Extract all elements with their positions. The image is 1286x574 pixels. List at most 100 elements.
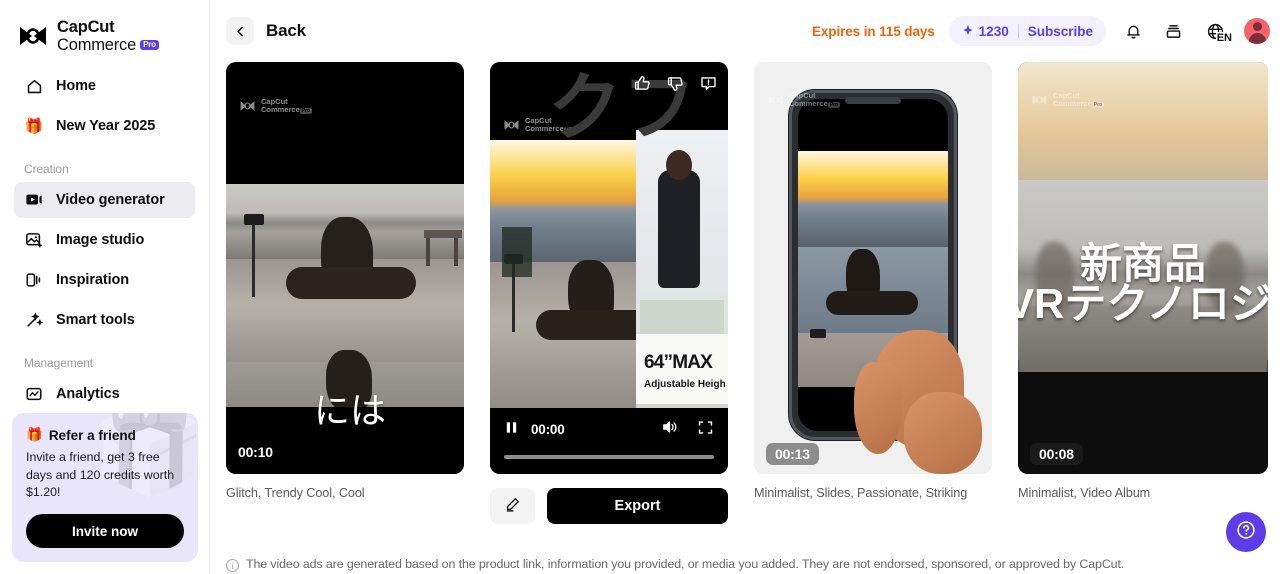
back-button[interactable]: Back (226, 17, 306, 45)
analytics-icon (24, 384, 44, 404)
player-time: 00:00 (531, 422, 565, 437)
home-icon (24, 76, 44, 96)
sidebar-item-label: Inspiration (56, 272, 130, 288)
video-card[interactable]: CapCut Commerce Pro には 00:10 Glitch, Tren… (226, 62, 464, 500)
inspiration-icon (24, 270, 44, 290)
expiry-status: Expires in 115 days (811, 23, 935, 39)
sidebar-section-management: Management (24, 356, 94, 370)
top-bar-right: Expires in 115 days 1230 Subscribe EN (812, 16, 1270, 46)
sidebar-item-label: Home (56, 78, 96, 94)
smart-tools-icon (24, 310, 44, 330)
sidebar-item-new-year-2025[interactable]: 🎁 New Year 2025 (14, 108, 195, 144)
video-generator-icon (24, 190, 44, 210)
credit-count-group: 1230 (962, 24, 1009, 39)
gift-icon: 🎁 (26, 427, 43, 443)
video-player[interactable]: クフ 64”MAX Adjustable Heigh CapCut Commer… (490, 62, 728, 474)
watermark-pro-badge: Pro (827, 102, 841, 109)
export-button[interactable]: Export (547, 488, 728, 524)
video-thumbnail[interactable]: CapCut Commerce Pro には 00:10 (226, 62, 464, 474)
product-badge-subtext: Adjustable Heigh (644, 379, 726, 390)
report-icon[interactable] (699, 74, 718, 98)
edit-button[interactable] (490, 488, 535, 524)
sidebar-item-smart-tools[interactable]: Smart tools (14, 302, 195, 338)
volume-icon[interactable] (660, 418, 679, 441)
main-content: Back Expires in 115 days 1230 Subscribe (210, 0, 1286, 574)
watermark-line-2: Commerce (789, 99, 828, 109)
capcut-watermark: CapCut Commerce Pro (768, 91, 841, 109)
pro-badge: Pro (140, 39, 159, 51)
capcut-watermark: CapCut Commerce Pro (1032, 91, 1105, 109)
thumbs-up-icon[interactable] (633, 74, 652, 98)
sidebar-nav: Home 🎁 New Year 2025 Creation Video gene… (14, 68, 195, 412)
avatar[interactable] (1244, 18, 1270, 44)
progress-bar[interactable] (504, 455, 714, 459)
top-bar: Back Expires in 115 days 1230 Subscribe (210, 0, 1286, 62)
invite-now-button[interactable]: Invite now (26, 514, 184, 548)
info-icon: i (226, 559, 239, 572)
capcut-watermark-icon (504, 120, 519, 131)
sidebar-item-label: Analytics (56, 386, 120, 402)
credits-pill[interactable]: 1230 Subscribe (948, 16, 1106, 46)
help-button[interactable] (1226, 512, 1266, 552)
sidebar-item-label: Video generator (56, 192, 165, 208)
language-code: EN (1215, 32, 1232, 44)
capcut-logo-icon (18, 24, 48, 50)
sidebar: CapCut Commerce Pro Home 🎁 New Year 2025 (0, 0, 210, 574)
app-root: CapCut Commerce Pro Home 🎁 New Year 2025 (0, 0, 1286, 574)
video-duration: 00:10 (238, 444, 273, 460)
thumbs-down-icon[interactable] (666, 74, 685, 98)
video-card[interactable]: CapCut CommercePro 新商品 VRテクノロジー 00:08 Mi… (1018, 62, 1268, 500)
chevron-left-icon (226, 17, 254, 45)
video-duration: 00:13 (766, 443, 819, 465)
sidebar-item-home[interactable]: Home (14, 68, 195, 104)
fullscreen-icon[interactable] (697, 419, 714, 441)
credit-count: 1230 (978, 23, 1009, 39)
sidebar-item-label: Image studio (56, 232, 145, 248)
pause-button[interactable] (504, 420, 519, 440)
watermark-pro-badge: Pro (1091, 102, 1105, 109)
video-caption: Minimalist, Video Album (1018, 486, 1151, 500)
brand-line-2: Commerce (57, 36, 137, 55)
image-studio-icon (24, 230, 44, 250)
notifications-bell-icon[interactable] (1120, 18, 1146, 44)
watermark-pro-badge: Pro (299, 108, 313, 115)
video-overlay-text-secondary: VRテクノロジー (1018, 280, 1268, 327)
player-controls: 00:00 (490, 408, 728, 474)
sidebar-item-analytics[interactable]: Analytics (14, 376, 195, 412)
refer-description: Invite a friend, get 3 free days and 120… (26, 450, 175, 500)
sidebar-item-label: Smart tools (56, 312, 135, 328)
player-feedback-actions (633, 74, 718, 98)
watermark-line-2: Commerce (1053, 99, 1092, 109)
capcut-watermark-icon (1032, 95, 1047, 106)
refer-title: Refer a friend (48, 427, 136, 443)
gift-emoji-icon: 🎁 (24, 118, 44, 135)
video-thumbnail[interactable]: CapCut Commerce Pro 00:13 (754, 62, 992, 474)
sidebar-item-video-generator[interactable]: Video generator (14, 182, 195, 218)
phone-notch (845, 97, 901, 104)
sidebar-item-image-studio[interactable]: Image studio (14, 222, 195, 258)
watermark-line-2: Commerce (261, 105, 300, 115)
video-duration: 00:08 (1030, 443, 1083, 465)
card-action-row: Export (490, 488, 728, 524)
question-mark-icon (1235, 519, 1257, 546)
sidebar-item-label: New Year 2025 (56, 118, 156, 134)
brand-logo[interactable]: CapCut Commerce Pro (14, 0, 195, 58)
disclaimer-note: i The video ads are generated based on t… (226, 557, 1270, 572)
capcut-watermark-icon (768, 95, 783, 106)
sidebar-item-inspiration[interactable]: Inspiration (14, 262, 195, 298)
capcut-watermark-icon (240, 101, 255, 112)
video-overlay-text: には (314, 390, 387, 431)
back-label: Back (266, 21, 306, 40)
disclaimer-text: The video ads are generated based on the… (246, 557, 1125, 571)
video-thumbnail[interactable]: CapCut CommercePro 新商品 VRテクノロジー 00:08 (1018, 62, 1268, 474)
video-card-selected[interactable]: クフ 64”MAX Adjustable Heigh CapCut Commer… (490, 62, 728, 524)
subscribe-button[interactable]: Subscribe (1028, 24, 1093, 39)
refer-title-row: 🎁 Refer a friend (26, 427, 184, 443)
language-switcher[interactable]: EN (1200, 18, 1232, 44)
video-card[interactable]: CapCut Commerce Pro 00:13 Minimalist, Sli… (754, 62, 992, 500)
video-results-row: CapCut Commerce Pro には 00:10 Glitch, Tren… (210, 62, 1286, 524)
product-badge-headline: 64”MAX (644, 352, 713, 373)
brand-line-1: CapCut (57, 18, 115, 37)
rewards-box-icon[interactable] (1160, 18, 1186, 44)
sparkle-icon (962, 24, 974, 39)
